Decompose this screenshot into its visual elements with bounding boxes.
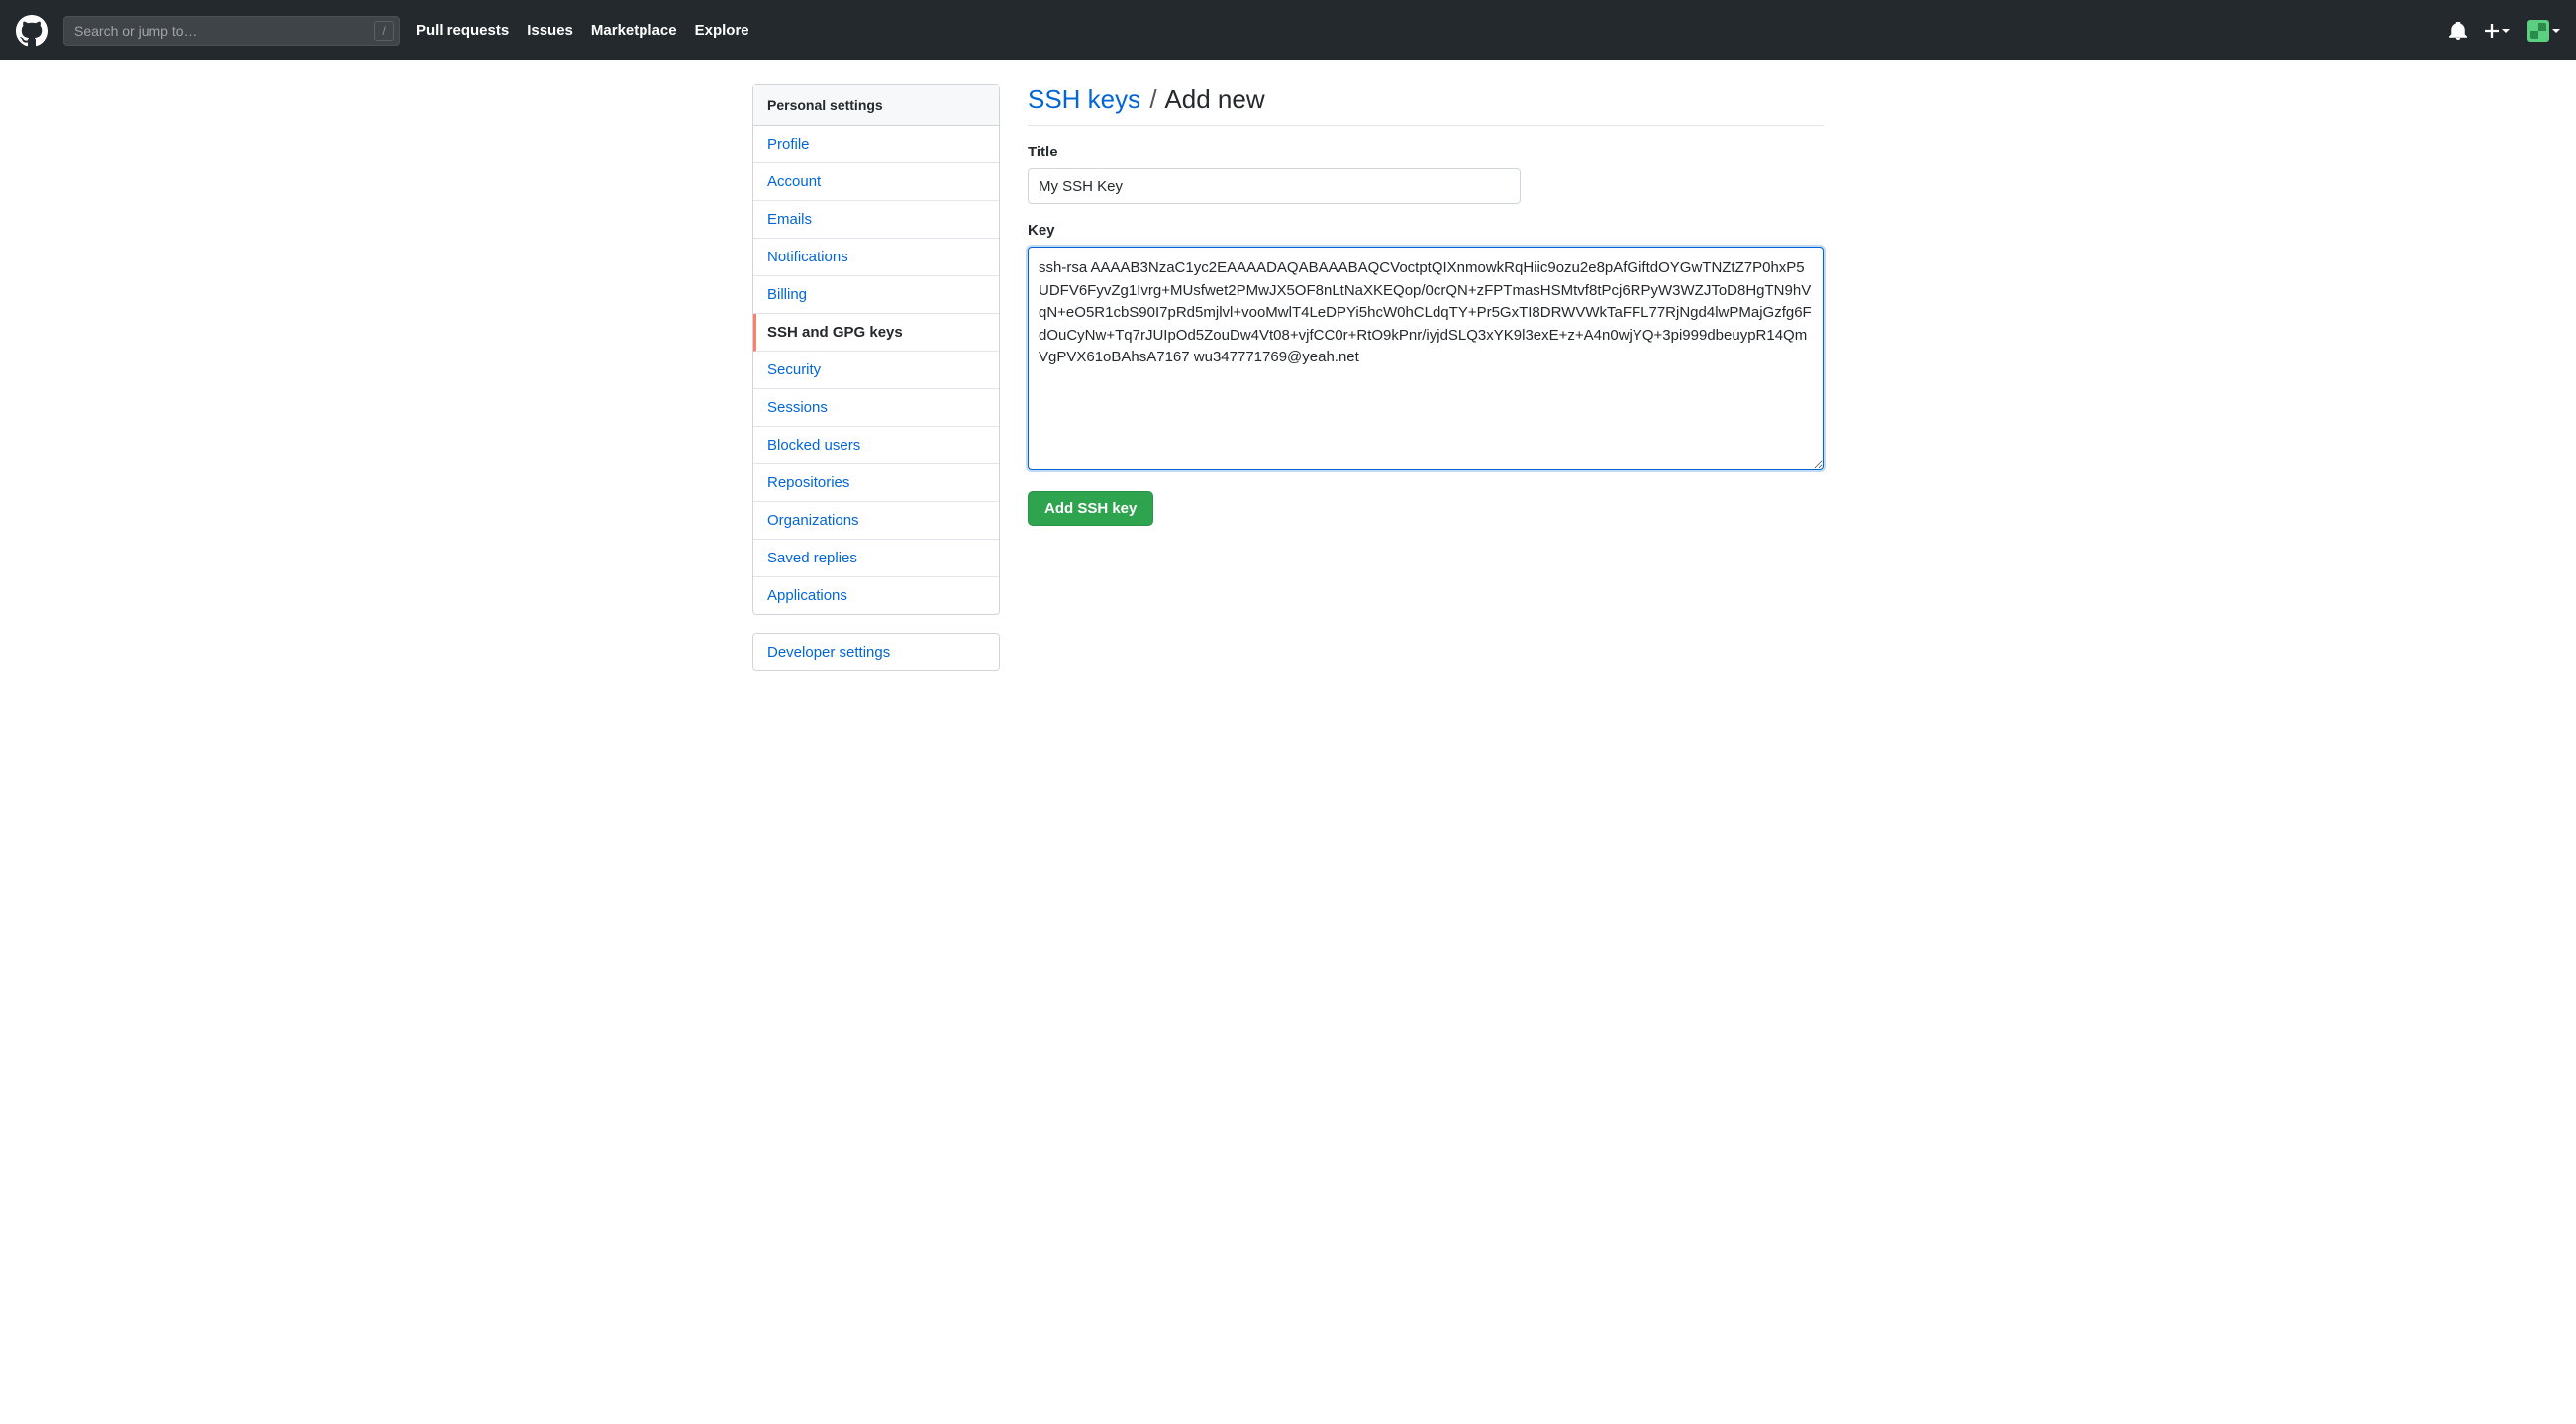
nav-pull-requests[interactable]: Pull requests bbox=[416, 22, 509, 39]
nav-issues[interactable]: Issues bbox=[527, 22, 573, 39]
sidebar-item-profile[interactable]: Profile bbox=[753, 126, 999, 163]
chevron-down-icon bbox=[2552, 29, 2560, 33]
sidebar-item-account[interactable]: Account bbox=[753, 163, 999, 201]
sidebar-item-applications[interactable]: Applications bbox=[753, 577, 999, 614]
sidebar-item-billing[interactable]: Billing bbox=[753, 276, 999, 314]
sidebar-item-developer-settings[interactable]: Developer settings bbox=[753, 634, 999, 670]
key-label: Key bbox=[1028, 222, 1824, 239]
avatar bbox=[2527, 20, 2549, 42]
sidebar-item-organizations[interactable]: Organizations bbox=[753, 502, 999, 540]
search-container: / bbox=[63, 16, 400, 46]
personal-settings-menu: Personal settings Profile Account Emails… bbox=[752, 84, 1000, 615]
sidebar-item-blocked-users[interactable]: Blocked users bbox=[753, 427, 999, 464]
developer-settings-menu: Developer settings bbox=[752, 633, 1000, 671]
breadcrumb-separator: / bbox=[1149, 84, 1156, 114]
primary-nav: Pull requests Issues Marketplace Explore bbox=[416, 22, 749, 39]
sidebar-item-security[interactable]: Security bbox=[753, 352, 999, 389]
sidebar-item-saved-replies[interactable]: Saved replies bbox=[753, 540, 999, 577]
add-ssh-key-button[interactable]: Add SSH key bbox=[1028, 491, 1153, 526]
header-actions bbox=[2449, 20, 2560, 42]
key-textarea[interactable] bbox=[1028, 247, 1824, 470]
create-new-dropdown[interactable] bbox=[2485, 24, 2510, 38]
title-label: Title bbox=[1028, 144, 1824, 160]
slash-key-hint: / bbox=[374, 21, 394, 41]
sidebar-item-ssh-gpg-keys[interactable]: SSH and GPG keys bbox=[753, 314, 999, 352]
sidebar-item-repositories[interactable]: Repositories bbox=[753, 464, 999, 502]
breadcrumb-ssh-keys-link[interactable]: SSH keys bbox=[1028, 84, 1140, 114]
sidebar-item-notifications[interactable]: Notifications bbox=[753, 239, 999, 276]
breadcrumb-current: Add new bbox=[1164, 84, 1264, 114]
nav-explore[interactable]: Explore bbox=[695, 22, 749, 39]
search-input[interactable] bbox=[63, 16, 400, 46]
main-content: SSH keys / Add new Title Key Add SSH key bbox=[1028, 84, 1824, 689]
settings-sidebar: Personal settings Profile Account Emails… bbox=[752, 84, 1000, 689]
global-header: / Pull requests Issues Marketplace Explo… bbox=[0, 0, 2576, 60]
nav-marketplace[interactable]: Marketplace bbox=[591, 22, 677, 39]
user-menu-dropdown[interactable] bbox=[2527, 20, 2560, 42]
menu-header: Personal settings bbox=[753, 85, 999, 126]
chevron-down-icon bbox=[2502, 29, 2510, 33]
notifications-icon[interactable] bbox=[2449, 22, 2467, 40]
github-logo-icon[interactable] bbox=[16, 15, 48, 47]
title-input[interactable] bbox=[1028, 168, 1521, 204]
sidebar-item-sessions[interactable]: Sessions bbox=[753, 389, 999, 427]
page-title: SSH keys / Add new bbox=[1028, 84, 1824, 126]
page-container: Personal settings Profile Account Emails… bbox=[737, 84, 1839, 689]
sidebar-item-emails[interactable]: Emails bbox=[753, 201, 999, 239]
